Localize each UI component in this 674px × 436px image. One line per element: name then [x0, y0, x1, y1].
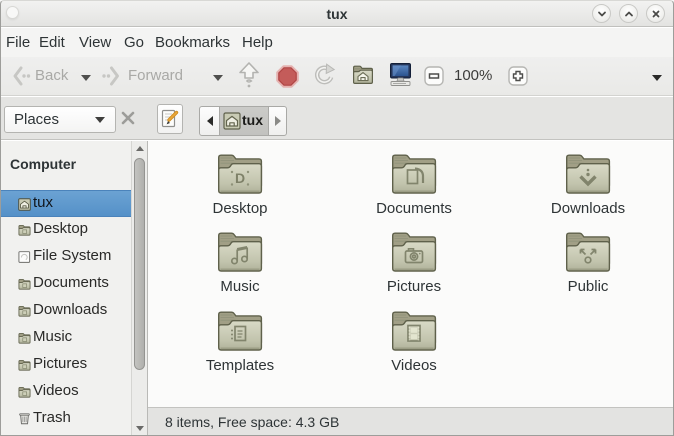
svg-text:D: D [235, 170, 245, 186]
